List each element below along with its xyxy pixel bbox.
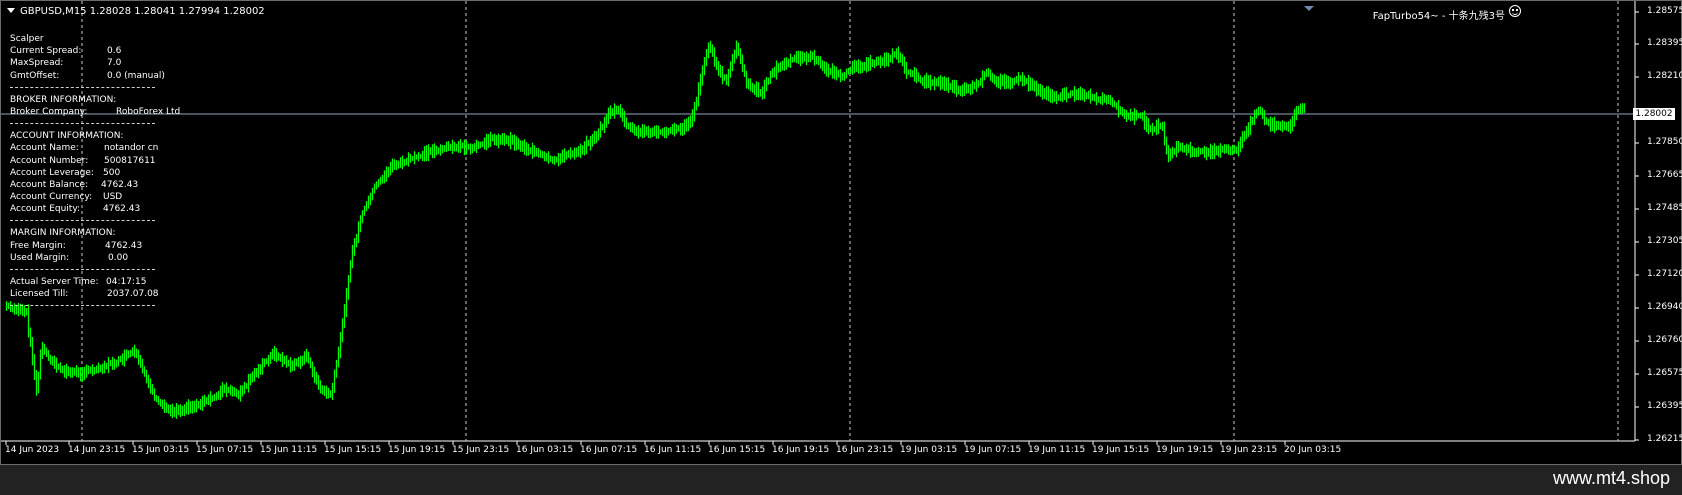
price-tick-label: 1.27485 [1647,203,1682,213]
price-tick-label: 1.26215 [1647,434,1682,444]
info-row: Account Balance: 4762.43 [10,179,155,191]
watermark-text: www.mt4.shop [1552,468,1670,488]
info-value: 2037.07.08 [107,289,159,300]
info-label: MaxSpread: [10,58,64,69]
info-label: Free Margin: [10,240,66,251]
price-tick-label: 1.27120 [1647,269,1682,279]
info-label: Licensed Till: [10,289,69,300]
divider [10,300,155,307]
price-chart[interactable] [1,1,1681,464]
time-tick-label: 19 Jun 11:15 [1028,445,1086,455]
chart-header: GBPUSD,M15 1.28028 1.28041 1.27994 1.280… [7,6,265,17]
symbol-ohlc-label: GBPUSD,M15 1.28028 1.28041 1.27994 1.280… [20,6,265,17]
time-tick-label: 16 Jun 19:15 [772,445,830,455]
info-row: Account Leverage: 500 [10,167,155,179]
time-tick-label: 19 Jun 19:15 [1156,445,1214,455]
info-row: Used Margin: 0.00 [10,252,155,264]
divider [10,264,155,270]
info-label: Account Leverage: [10,167,94,178]
price-tick-label: 1.28210 [1647,71,1682,81]
price-tick-label: 1.26940 [1647,302,1682,312]
section-header: MARGIN INFORMATION: [10,228,116,239]
time-tick-label: 16 Jun 07:15 [580,445,638,455]
info-label: Broker Company: [10,106,88,117]
time-tick-label: 14 Jun 2023 [5,445,60,455]
time-tick-label: 15 Jun 23:15 [452,445,510,455]
info-row: Licensed Till: 2037.07.08 [10,288,159,300]
time-tick-label: 19 Jun 15:15 [1092,445,1150,455]
time-tick-label: 19 Jun 07:15 [964,445,1022,455]
info-label: Account Equity: [10,204,81,215]
time-tick-label: 14 Jun 23:15 [68,445,126,455]
info-label: Current Spread: [10,46,82,57]
info-value: 04:17:15 [106,277,147,287]
panel-title: Scalper [10,34,44,44]
price-tick-label: 1.26395 [1647,401,1682,411]
info-value: notandor cn [104,143,159,154]
info-value: 0.6 [107,46,122,57]
divider [10,82,155,88]
price-tick-label: 1.26760 [1647,335,1682,345]
time-tick-label: 19 Jun 23:15 [1220,445,1278,455]
price-tick-label: 1.27305 [1647,236,1682,246]
ea-info-panel: Scalper Current Spread: 0.6 MaxSpread: 7.0… [10,33,180,312]
price-tick-label: 1.27850 [1647,137,1682,147]
info-label: Account Balance: [10,179,89,190]
info-label: GmtOffset: [10,70,60,81]
candlesticks [5,40,1306,419]
time-tick-label: 15 Jun 11:15 [260,445,318,455]
info-value: 0.00 [108,252,129,263]
chart-shift-marker [1304,6,1314,11]
divider [10,118,155,125]
info-row: Actual Server Time: 04:17:15 [10,276,155,288]
info-value: 4762.43 [105,240,143,251]
info-row: Free Margin: 4762.43 [10,240,155,252]
time-tick-label: 15 Jun 19:15 [388,445,446,455]
info-row: Account Name: notandor cn [10,142,159,154]
time-tick-label: 16 Jun 03:15 [516,445,574,455]
section-header: BROKER INFORMATION: [10,94,117,105]
info-row: Account Equity: 4762.43 [10,203,155,215]
time-tick-label: 15 Jun 15:15 [324,445,382,455]
section-header: ACCOUNT INFORMATION: [10,131,124,142]
info-label: Used Margin: [10,252,70,263]
divider [10,215,155,222]
info-row: Account Currency: USD [10,191,155,203]
time-tick-label: 20 Jun 03:15 [1284,445,1342,455]
time-tick-label: 16 Jun 15:15 [708,445,766,455]
info-value: RoboForex Ltd [116,106,181,117]
time-tick-label: 16 Jun 11:15 [644,445,702,455]
info-row: MaxSpread: 7.0 [10,57,155,69]
info-value: 500817611 [104,155,156,166]
current-price-label: 1.28002 [1633,108,1675,120]
info-value: 7.0 [107,58,122,69]
info-label: Account Currency: [10,192,93,203]
info-row: GmtOffset: 0.0 (manual) [10,70,165,82]
info-label: Account Number: [10,155,89,166]
chart-window[interactable]: GBPUSD,M15 1.28028 1.28041 1.27994 1.280… [0,0,1682,465]
dropdown-triangle-icon[interactable] [7,8,15,13]
info-row: Current Spread: 0.6 [10,45,155,57]
expert-advisor-label: FapTurbo54~ - 十条九残3号 [1372,11,1505,22]
time-tick-label: 16 Jun 23:15 [836,445,894,455]
price-tick-label: 1.28395 [1647,38,1682,48]
time-tick-label: 19 Jun 03:15 [900,445,958,455]
price-tick-label: 1.28575 [1647,6,1682,16]
info-label: Actual Server Time: [10,277,99,287]
price-tick-label: 1.27665 [1647,170,1682,180]
info-value: USD [103,192,123,203]
smiley-icon[interactable] [1509,5,1521,17]
info-row: Broker Company: RoboForex Ltd [10,106,180,118]
info-label: Account Name: [10,143,79,154]
info-value: 500 [103,167,121,178]
info-value: 4762.43 [103,204,141,215]
price-tick-label: 1.26575 [1647,368,1682,378]
time-tick-label: 15 Jun 07:15 [196,445,254,455]
info-row: Account Number: 500817611 [10,155,156,167]
time-tick-label: 15 Jun 03:15 [132,445,190,455]
info-value: 4762.43 [101,179,139,190]
info-value: 0.0 (manual) [107,70,165,81]
